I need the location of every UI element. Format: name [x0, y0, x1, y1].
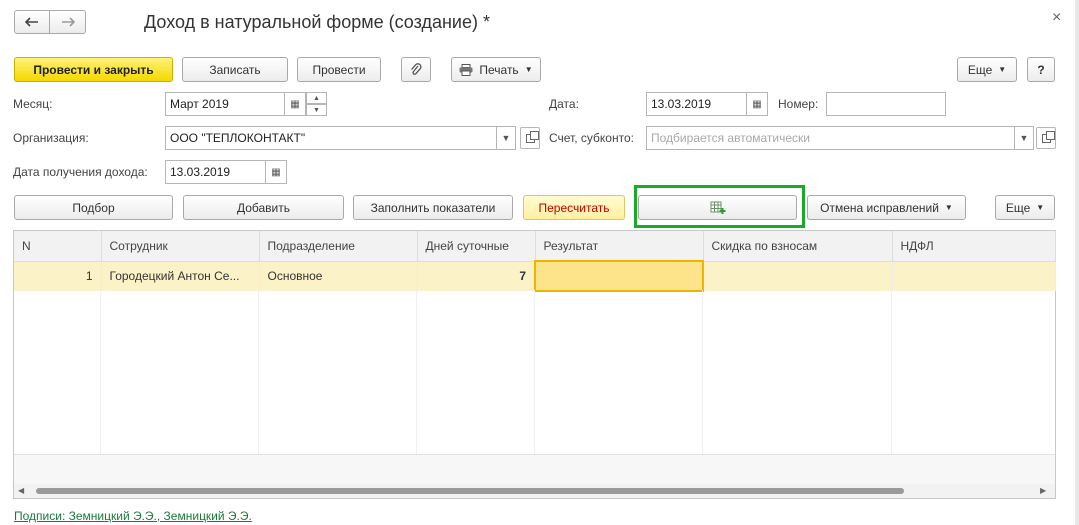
- scroll-right-arrow[interactable]: ▶: [1040, 486, 1046, 495]
- attach-button[interactable]: [401, 57, 431, 82]
- print-label: Печать: [479, 62, 519, 77]
- window-right-edge: [1075, 0, 1079, 525]
- post-and-close-button[interactable]: Провести и закрыть: [14, 57, 173, 82]
- calendar-button[interactable]: ▦: [284, 92, 306, 116]
- arrow-right-icon: [61, 17, 75, 27]
- cell-n[interactable]: 1: [14, 261, 102, 291]
- horizontal-scrollbar[interactable]: ◀ ▶: [14, 484, 1055, 498]
- recalculate-button[interactable]: Пересчитать: [523, 195, 625, 220]
- add-column-button[interactable]: [638, 195, 797, 220]
- cancel-corrections-label: Отмена исправлений: [820, 200, 939, 215]
- table-add-icon: [710, 201, 725, 214]
- account-dropdown-button[interactable]: ▼: [1014, 126, 1034, 150]
- cancel-corrections-button[interactable]: Отмена исправлений ▼: [807, 195, 966, 220]
- calendar-button[interactable]: ▦: [746, 92, 768, 116]
- help-button[interactable]: ?: [1027, 57, 1055, 82]
- signatures-link[interactable]: Подписи: Земницкий Э.Э., Земницкий Э.Э.: [14, 509, 252, 523]
- scrollbar-thumb[interactable]: [36, 488, 904, 494]
- cell-employee[interactable]: Городецкий Антон Се...: [101, 261, 260, 291]
- income-date-label: Дата получения дохода:: [13, 165, 148, 179]
- table-more-label: Еще: [1005, 200, 1031, 215]
- column-header-discount[interactable]: Скидка по взносам: [703, 231, 893, 262]
- open-window-icon: [525, 130, 539, 143]
- open-organization-button[interactable]: [520, 127, 540, 149]
- organization-field[interactable]: ООО "ТЕПЛОКОНТАКТ": [165, 126, 497, 150]
- month-field[interactable]: Март 2019: [165, 92, 285, 116]
- month-label: Месяц:: [13, 97, 53, 111]
- chevron-down-icon: ▼: [524, 65, 533, 74]
- save-button[interactable]: Записать: [182, 57, 288, 82]
- chevron-down-icon: ▼: [501, 133, 511, 143]
- column-header-n[interactable]: N: [14, 231, 102, 262]
- account-field[interactable]: Подбирается автоматически: [646, 126, 1015, 150]
- chevron-down-icon: ▼: [998, 65, 1007, 74]
- post-button[interactable]: Провести: [297, 57, 381, 82]
- income-date-field[interactable]: 13.03.2019: [165, 160, 266, 184]
- window-title: Доход в натуральной форме (создание) *: [144, 12, 490, 32]
- printer-icon: [459, 63, 473, 76]
- organization-dropdown-button[interactable]: ▼: [496, 126, 516, 150]
- cell-department[interactable]: Основное: [259, 261, 418, 291]
- date-field[interactable]: 13.03.2019: [646, 92, 747, 116]
- print-button[interactable]: Печать ▼: [451, 57, 541, 82]
- open-account-button[interactable]: [1036, 127, 1056, 149]
- column-header-days[interactable]: Дней суточные: [417, 231, 536, 262]
- chevron-down-icon: ▼: [1036, 203, 1045, 212]
- fill-indicators-button[interactable]: Заполнить показатели: [353, 195, 513, 220]
- cell-ndfl[interactable]: [892, 261, 1056, 291]
- column-header-employee[interactable]: Сотрудник: [101, 231, 260, 262]
- cell-days[interactable]: 7: [417, 261, 536, 291]
- calendar-icon: ▦: [271, 166, 281, 178]
- calendar-icon: ▦: [752, 98, 762, 110]
- open-window-icon: [1041, 130, 1055, 143]
- calendar-icon: ▦: [290, 98, 300, 110]
- table-footer-row: [14, 454, 1055, 484]
- table-row[interactable]: 1 Городецкий Антон Се... Основное 7: [14, 260, 1056, 292]
- number-field[interactable]: [826, 92, 946, 116]
- date-label: Дата:: [549, 97, 579, 111]
- table-header: N Сотрудник Подразделение Дней суточные …: [14, 231, 1056, 262]
- account-label: Счет, субконто:: [549, 131, 634, 145]
- month-stepper-down[interactable]: ▼: [306, 104, 327, 116]
- arrow-left-icon: [25, 17, 38, 27]
- column-header-department[interactable]: Подразделение: [259, 231, 418, 262]
- pick-button[interactable]: Подбор: [14, 195, 173, 220]
- close-icon[interactable]: ×: [1052, 9, 1061, 27]
- paperclip-icon: [411, 62, 422, 75]
- chevron-down-icon: ▼: [944, 203, 953, 212]
- column-header-result[interactable]: Результат: [535, 231, 704, 262]
- number-label: Номер:: [778, 97, 819, 111]
- scroll-left-arrow[interactable]: ◀: [18, 486, 24, 495]
- calendar-button[interactable]: ▦: [265, 160, 287, 184]
- cell-result[interactable]: [534, 260, 704, 292]
- more-button[interactable]: Еще ▼: [957, 57, 1017, 82]
- forward-button[interactable]: [49, 10, 86, 34]
- back-button[interactable]: [14, 10, 50, 34]
- organization-label: Организация:: [13, 131, 89, 145]
- cell-discount[interactable]: [703, 261, 893, 291]
- add-button[interactable]: Добавить: [183, 195, 344, 220]
- table-more-button[interactable]: Еще ▼: [995, 195, 1055, 220]
- chevron-down-icon: ▼: [1019, 133, 1029, 143]
- column-header-ndfl[interactable]: НДФЛ: [892, 231, 1056, 262]
- month-stepper-up[interactable]: ▲: [306, 92, 327, 104]
- employees-table: N Сотрудник Подразделение Дней суточные …: [14, 231, 1056, 292]
- more-label: Еще: [967, 62, 993, 77]
